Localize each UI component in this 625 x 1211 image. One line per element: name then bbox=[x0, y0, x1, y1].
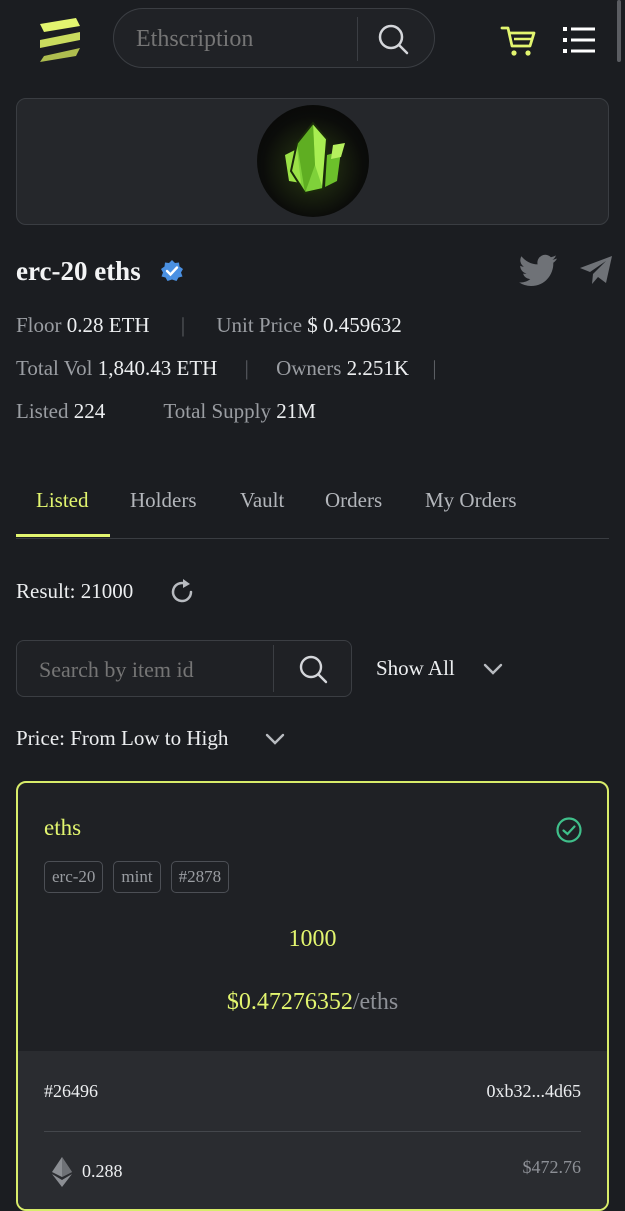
unit-price-value: $ 0.459632 bbox=[307, 313, 402, 337]
ethscription-search-input[interactable] bbox=[134, 9, 358, 69]
listed-label: Listed bbox=[16, 399, 69, 423]
floor-label: Floor bbox=[16, 313, 62, 337]
item-search-input[interactable] bbox=[37, 641, 271, 698]
collection-title: erc-20 eths bbox=[16, 256, 141, 286]
result-label: Result: bbox=[16, 579, 76, 603]
ethscription-search bbox=[113, 8, 435, 69]
top-bar bbox=[0, 0, 625, 80]
search-divider bbox=[357, 17, 358, 61]
owners-label: Owners bbox=[276, 356, 342, 380]
check-circle-icon[interactable] bbox=[555, 816, 583, 844]
result-count: Result: 21000 bbox=[16, 579, 133, 604]
listed-value: 224 bbox=[73, 399, 106, 423]
scrollbar[interactable] bbox=[617, 0, 621, 62]
owners-value: 2.251K bbox=[346, 356, 410, 380]
usd-price: $472.76 bbox=[522, 1157, 582, 1177]
twitter-icon[interactable] bbox=[518, 254, 558, 288]
refresh-icon[interactable] bbox=[168, 578, 196, 606]
tab-vault[interactable]: Vault bbox=[240, 488, 284, 513]
ethereum-icon bbox=[52, 1157, 72, 1187]
unit-price-label: Unit Price bbox=[216, 313, 303, 337]
stat-separator: | bbox=[180, 313, 186, 337]
menu-icon[interactable] bbox=[563, 26, 595, 54]
stats-row-1: Floor 0.28 ETH | Unit Price $ 0.459632 bbox=[16, 313, 402, 338]
owner-address[interactable]: 0xb32...4d65 bbox=[487, 1081, 582, 1102]
stats-row-3: Listed 224 Total Supply 21M bbox=[16, 399, 316, 424]
listing-footer: #26496 0xb32...4d65 0.288 $472.76 bbox=[18, 1051, 607, 1209]
floor-value: 0.28 ETH bbox=[66, 313, 150, 337]
stat-separator: | bbox=[244, 356, 249, 380]
telegram-icon[interactable] bbox=[578, 254, 614, 286]
divider bbox=[44, 1131, 581, 1132]
sort-dropdown[interactable]: Price: From Low to High bbox=[16, 726, 228, 751]
collection-banner bbox=[16, 98, 609, 225]
eth-price: 0.288 bbox=[82, 1161, 123, 1181]
total-vol-label: Total Vol bbox=[16, 356, 93, 380]
total-vol-value: 1,840.43 ETH bbox=[97, 356, 218, 380]
chevron-down-icon[interactable] bbox=[483, 662, 503, 676]
total-supply-value: 21M bbox=[276, 399, 316, 423]
listing-card[interactable]: eths erc-20 mint #2878 1000 $0.47276352/… bbox=[16, 781, 609, 1211]
unit-suffix: /eths bbox=[352, 989, 399, 1015]
collection-avatar bbox=[257, 105, 369, 217]
unit-price: $0.47276352 bbox=[226, 989, 353, 1015]
tab-holders[interactable]: Holders bbox=[130, 488, 197, 513]
tag: erc-20 bbox=[44, 861, 104, 893]
listing-amount: 1000 bbox=[288, 926, 337, 952]
cart-icon[interactable] bbox=[500, 24, 536, 58]
tag: mint bbox=[113, 861, 161, 893]
tag-list: erc-20 mint #2878 bbox=[44, 861, 230, 893]
item-search bbox=[16, 640, 352, 698]
total-supply-label: Total Supply bbox=[163, 399, 271, 423]
show-all-dropdown[interactable]: Show All bbox=[376, 656, 455, 681]
chevron-down-icon[interactable] bbox=[265, 732, 285, 746]
item-id: #26496 bbox=[44, 1081, 98, 1101]
search-icon[interactable] bbox=[376, 22, 410, 56]
crystal-icon bbox=[285, 121, 345, 195]
tab-listed[interactable]: Listed bbox=[36, 488, 89, 513]
verified-badge-icon bbox=[161, 260, 183, 281]
tab-my-orders[interactable]: My Orders bbox=[425, 488, 517, 513]
stats-row-2: Total Vol 1,840.43 ETH | Owners 2.251K | bbox=[16, 356, 455, 381]
search-icon[interactable] bbox=[298, 654, 328, 684]
listing-unit-price: $0.47276352/eths bbox=[18, 989, 607, 1016]
stat-separator: | bbox=[432, 356, 437, 380]
result-value: 21000 bbox=[80, 579, 134, 603]
active-tab-indicator bbox=[16, 534, 110, 537]
logo-icon[interactable] bbox=[36, 16, 86, 62]
listing-name: eths bbox=[44, 815, 82, 840]
tab-orders[interactable]: Orders bbox=[325, 488, 382, 513]
tab-bar: Listed Holders Vault Orders My Orders bbox=[16, 480, 609, 539]
search-divider bbox=[273, 645, 274, 692]
tag: #2878 bbox=[170, 861, 230, 893]
